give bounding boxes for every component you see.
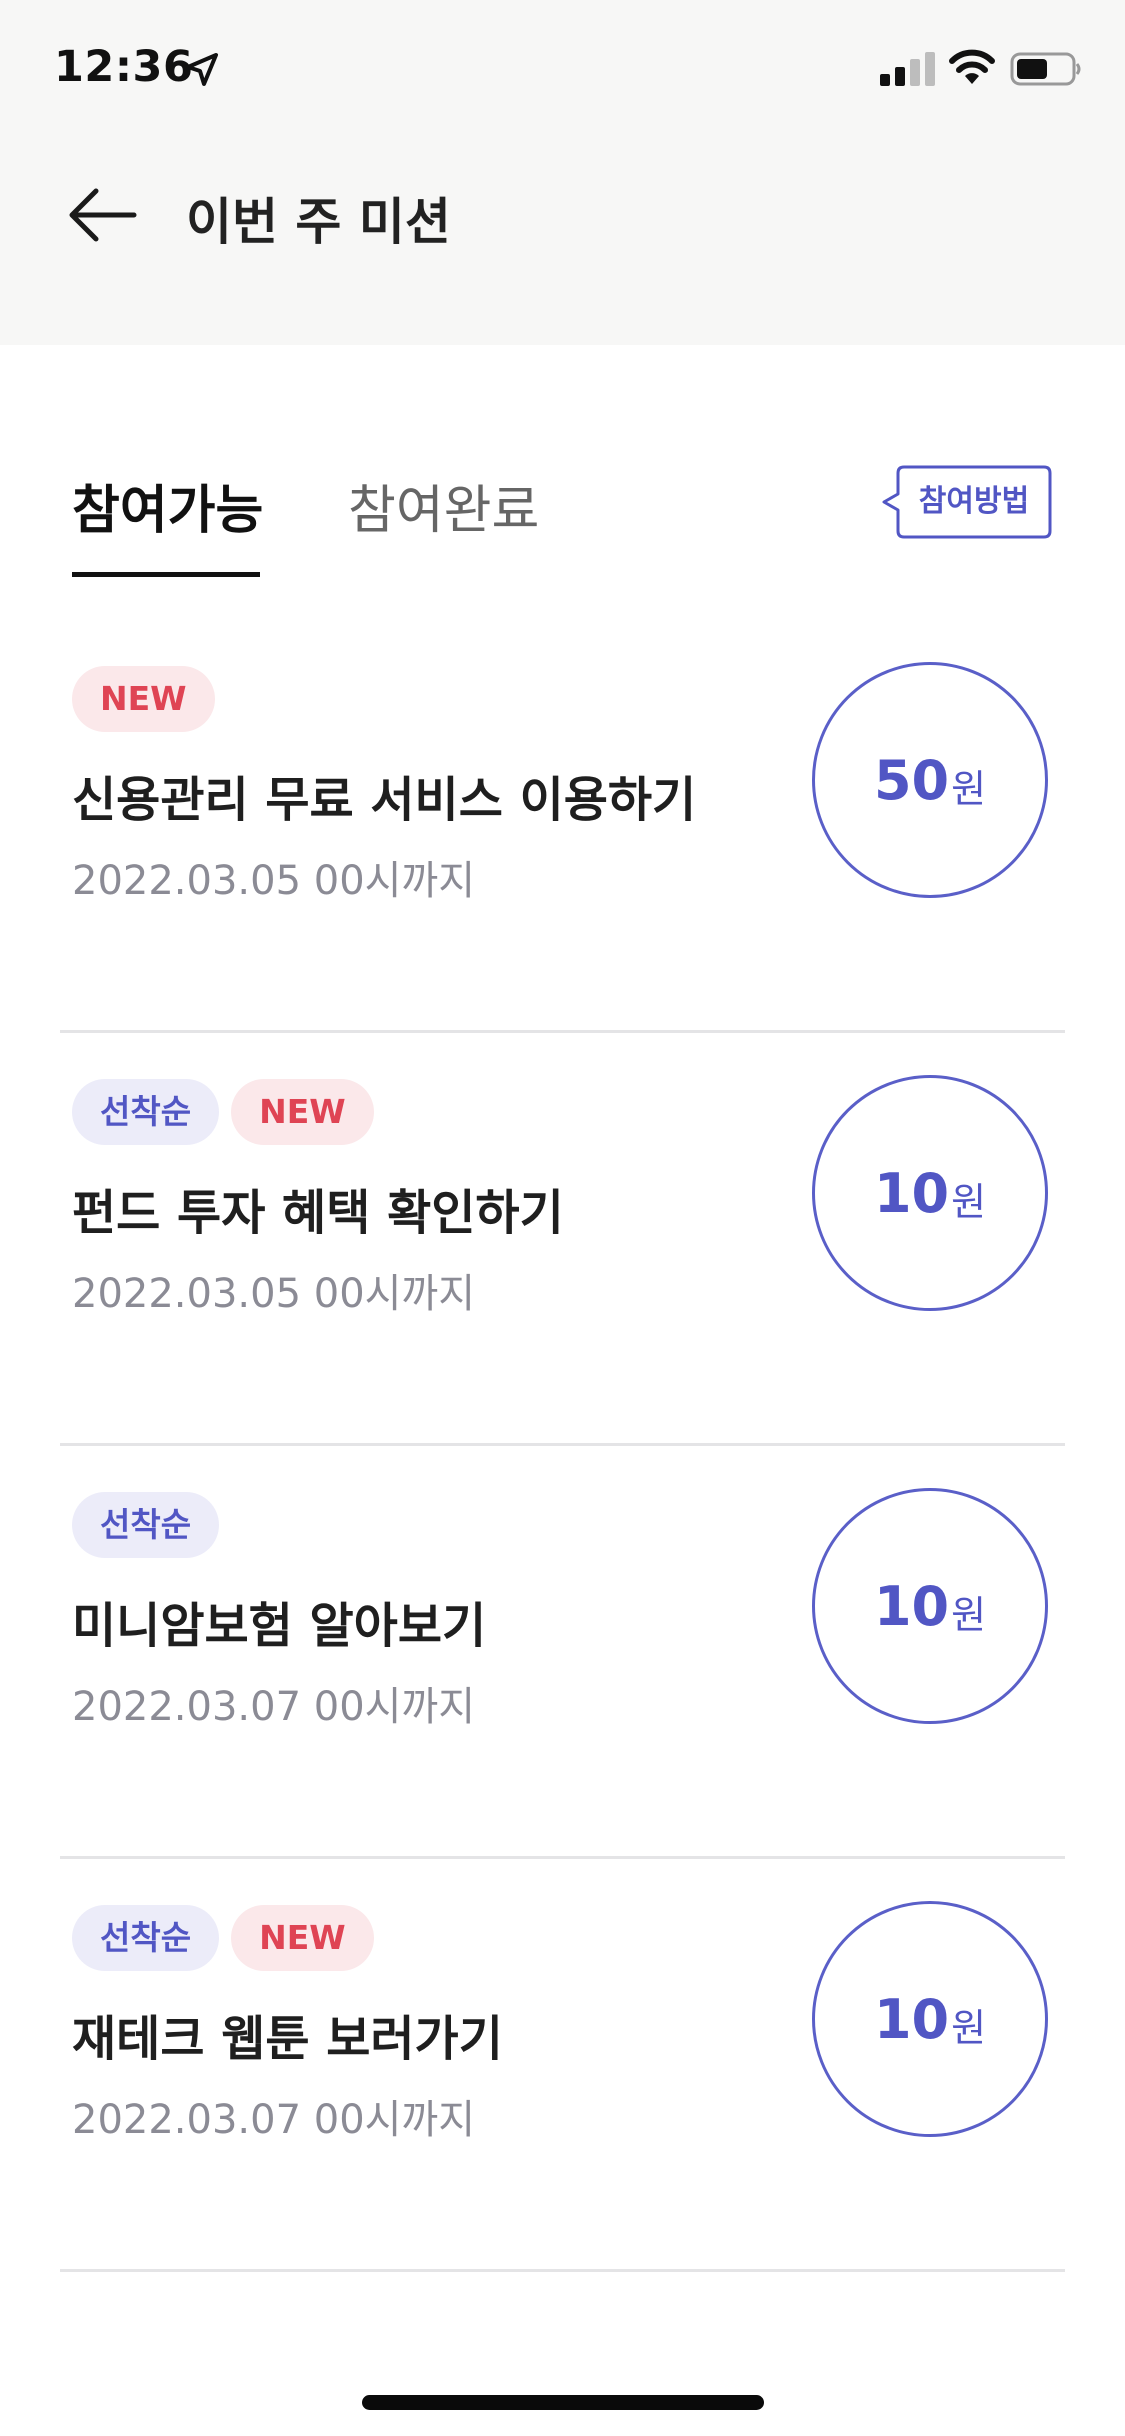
mission-item-finance-webtoon[interactable]: 선착순 NEW 재테크 웹툰 보러가기 2022.03.07 00시까지 10 원 [60, 1859, 1065, 2272]
mission-title: 펀드 투자 혜택 확인하기 [72, 1185, 564, 1241]
tab-completed[interactable]: 참여완료 [348, 468, 539, 543]
reward-amount: 50 [873, 748, 950, 812]
reward-amount: 10 [873, 1987, 950, 2051]
mission-list: NEW 신용관리 무료 서비스 이용하기 2022.03.05 00시까지 50… [60, 620, 1065, 2272]
wifi-icon [949, 49, 995, 84]
active-tab-indicator [72, 572, 260, 577]
mission-deadline: 2022.03.07 00시까지 [72, 1684, 476, 1730]
reward-amount: 10 [873, 1574, 950, 1638]
reward-unit: 원 [951, 766, 987, 811]
new-badge: NEW [72, 666, 215, 732]
location-arrow-icon [186, 53, 218, 86]
new-badge: NEW [231, 1079, 374, 1145]
reward-unit: 원 [951, 1179, 987, 1224]
mission-title: 재테크 웹툰 보러가기 [72, 2011, 503, 2067]
new-badge: NEW [231, 1905, 374, 1971]
cellular-signal-icon [880, 52, 935, 86]
reward-unit: 원 [951, 2005, 987, 2050]
reward-amount: 10 [873, 1161, 950, 1225]
how-to-participate-label: 참여방법 [918, 484, 1030, 519]
mission-item-fund-benefit[interactable]: 선착순 NEW 펀드 투자 혜택 확인하기 2022.03.05 00시까지 10… [60, 1033, 1065, 1446]
page-title: 이번 주 미션 [186, 193, 451, 251]
mission-badges: 선착순 NEW [72, 1905, 386, 1971]
back-button[interactable] [60, 180, 140, 250]
reward-circle: 10 원 [812, 1488, 1048, 1724]
tab-available[interactable]: 참여가능 [72, 468, 263, 543]
reward-unit: 원 [951, 1592, 987, 1637]
mission-badges: 선착순 NEW [72, 1079, 386, 1145]
mission-item-mini-cancer-insurance[interactable]: 선착순 미니암보험 알아보기 2022.03.07 00시까지 10 원 [60, 1446, 1065, 1859]
first-come-badge: 선착순 [72, 1492, 220, 1558]
mission-deadline: 2022.03.05 00시까지 [72, 1271, 476, 1317]
battery-icon [1010, 52, 1081, 86]
home-indicator[interactable] [362, 2395, 764, 2410]
mission-deadline: 2022.03.07 00시까지 [72, 2097, 476, 2143]
reward-circle: 10 원 [812, 1901, 1048, 2137]
how-to-participate-button[interactable]: 참여방법 [880, 465, 1052, 539]
mission-item-credit-management[interactable]: NEW 신용관리 무료 서비스 이용하기 2022.03.05 00시까지 50… [60, 620, 1065, 1033]
mission-badges: NEW [72, 666, 227, 732]
reward-circle: 10 원 [812, 1075, 1048, 1311]
first-come-badge: 선착순 [72, 1079, 220, 1145]
mission-deadline: 2022.03.05 00시까지 [72, 858, 476, 904]
mission-title: 신용관리 무료 서비스 이용하기 [72, 772, 697, 828]
status-bar: 12:36 [0, 0, 1125, 135]
mission-title: 미니암보험 알아보기 [72, 1598, 487, 1654]
header-bar: 12:36 이번 주 미션 [0, 0, 1125, 345]
mission-badges: 선착순 [72, 1492, 231, 1558]
first-come-badge: 선착순 [72, 1905, 220, 1971]
arrow-left-icon [69, 188, 137, 242]
reward-circle: 50 원 [812, 662, 1048, 898]
status-time: 12:36 [54, 42, 194, 92]
